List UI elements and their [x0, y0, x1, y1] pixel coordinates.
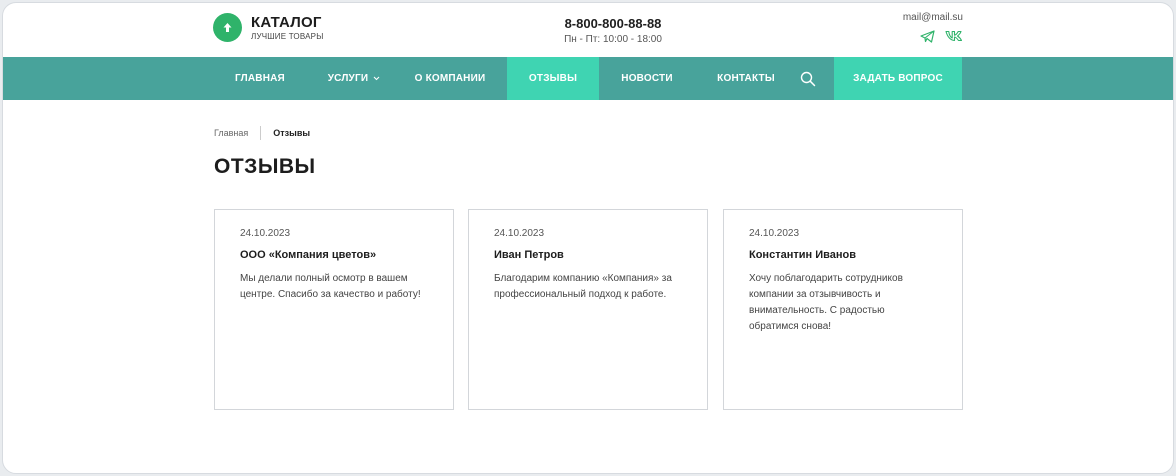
nav-item-reviews[interactable]: ОТЗЫВЫ	[507, 57, 599, 100]
social-links	[903, 30, 963, 43]
logo-title: КАТАЛОГ	[251, 13, 322, 31]
ask-question-label: ЗАДАТЬ ВОПРОС	[853, 73, 943, 84]
review-card: 24.10.2023 ООО «Компания цветов» Мы дела…	[214, 209, 454, 410]
nav-item-label: КОНТАКТЫ	[717, 73, 775, 84]
review-date: 24.10.2023	[240, 228, 291, 239]
nav-item-home[interactable]: ГЛАВНАЯ	[225, 57, 295, 100]
nav-item-label: НОВОСТИ	[621, 73, 673, 84]
email-link[interactable]: mail@mail.su	[903, 12, 963, 23]
chevron-down-icon	[373, 73, 380, 84]
review-author: Иван Петров	[494, 249, 564, 261]
review-author: ООО «Компания цветов»	[240, 249, 377, 261]
review-text: Мы делали полный осмотр в вашем центре. …	[240, 273, 421, 300]
search-icon[interactable]	[795, 57, 821, 100]
page-title: ОТЗЫВЫ	[214, 155, 316, 178]
nav-item-about[interactable]: О КОМПАНИИ	[408, 57, 492, 100]
review-card: 24.10.2023 Константин Иванов Хочу поблаг…	[723, 209, 963, 410]
breadcrumb-home[interactable]: Главная	[214, 128, 248, 138]
contact-block: mail@mail.su	[903, 12, 963, 43]
nav-item-label: О КОМПАНИИ	[414, 73, 486, 84]
ask-question-button[interactable]: ЗАДАТЬ ВОПРОС	[834, 57, 962, 100]
review-text: Благодарим компанию «Компания» за профес…	[494, 273, 672, 300]
arrow-up-icon	[213, 13, 242, 42]
breadcrumb-current: Отзывы	[273, 128, 311, 138]
telegram-icon[interactable]	[920, 30, 935, 43]
nav-item-news[interactable]: НОВОСТИ	[615, 57, 679, 100]
breadcrumb-divider	[260, 126, 262, 140]
breadcrumb: Главная Отзывы	[214, 126, 310, 140]
phone-block: 8-800-800-88-88 Пн - Пт: 10:00 - 18:00	[563, 17, 663, 46]
nav-item-contacts[interactable]: КОНТАКТЫ	[711, 57, 781, 100]
nav-item-services[interactable]: УСЛУГИ	[323, 57, 385, 100]
review-text: Хочу поблагодарить сотрудников компании …	[749, 273, 903, 332]
review-card: 24.10.2023 Иван Петров Благодарим компан…	[468, 209, 708, 410]
nav-item-label: ОТЗЫВЫ	[528, 73, 578, 84]
logo[interactable]: КАТАЛОГ ЛУЧШИЕ ТОВАРЫ	[213, 13, 323, 42]
working-hours: Пн - Пт: 10:00 - 18:00	[564, 34, 662, 45]
nav-item-label: ГЛАВНАЯ	[235, 73, 285, 84]
logo-subtitle: ЛУЧШИЕ ТОВАРЫ	[251, 31, 324, 41]
phone-number[interactable]: 8-800-800-88-88	[563, 17, 663, 31]
page-frame: КАТАЛОГ ЛУЧШИЕ ТОВАРЫ 8-800-800-88-88 Пн…	[2, 2, 1174, 474]
nav-item-label: УСЛУГИ	[327, 73, 369, 84]
site-header: КАТАЛОГ ЛУЧШИЕ ТОВАРЫ 8-800-800-88-88 Пн…	[3, 3, 1173, 57]
vk-icon[interactable]	[945, 30, 963, 43]
review-date: 24.10.2023	[494, 228, 545, 239]
review-author: Константин Иванов	[749, 249, 856, 261]
main-nav: ГЛАВНАЯ УСЛУГИ О КОМПАНИИ ОТЗЫВЫ НОВОСТИ…	[3, 57, 1173, 100]
review-date: 24.10.2023	[749, 228, 800, 239]
